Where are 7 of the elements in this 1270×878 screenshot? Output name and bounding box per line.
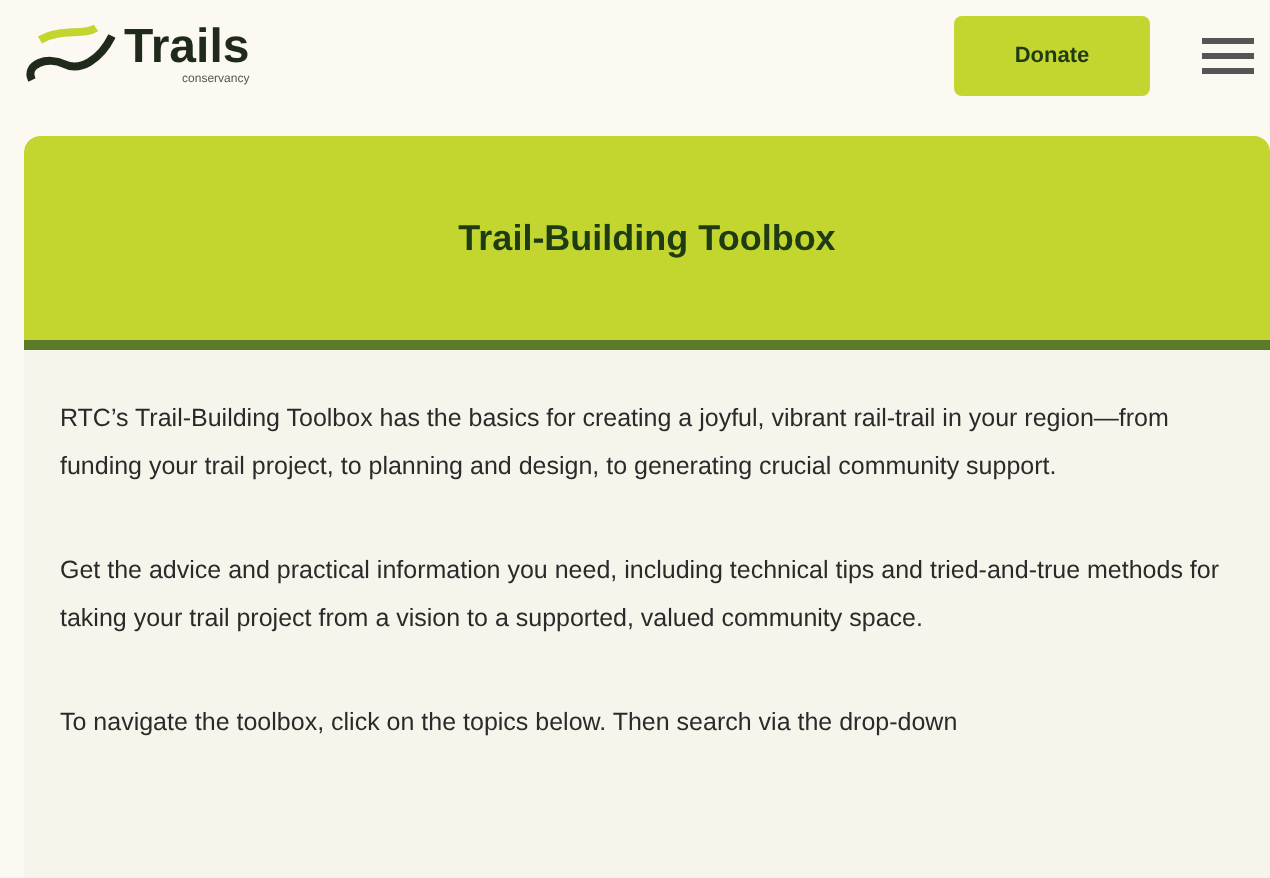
page-title: Trail-Building Toolbox [458, 217, 836, 259]
body-paragraph: RTC’s Trail-Building Toolbox has the basics for creating a joyful, vibrant rail-trail in your region—from funding your trail project, to planning and design, to generating crucial community support. [60, 402, 1171, 484]
donate-button[interactable]: Donate [954, 16, 1150, 96]
logo-text[interactable]: Trails [124, 24, 250, 72]
body-paragraph: Get the advice and practical information you need, including technical tips and tried-and-true methods for taking your trail project from a vision to a supported, valued community space. [60, 554, 1221, 636]
body-paragraph: To navigate the toolbox, click on the topics below. Then search via the drop-down [60, 706, 960, 740]
menu-icon[interactable] [1202, 36, 1254, 76]
